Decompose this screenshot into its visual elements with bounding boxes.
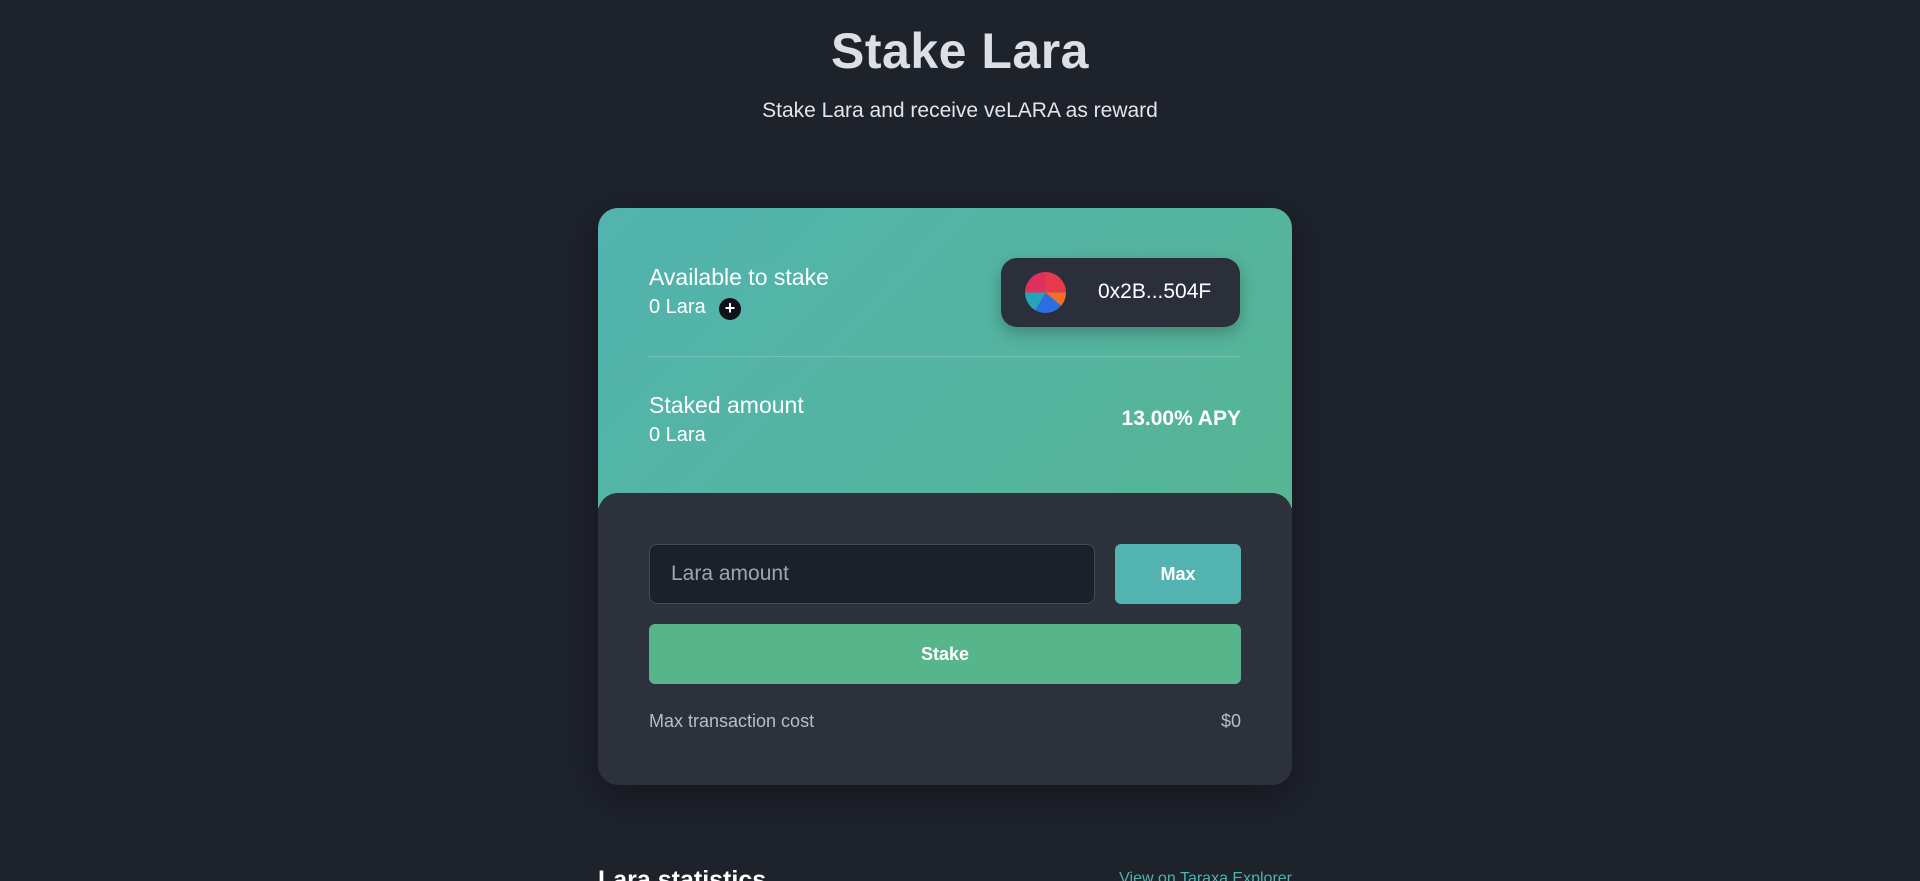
available-value: 0 Lara [649, 296, 706, 318]
avatar [1025, 272, 1066, 313]
divider [649, 356, 1241, 357]
stake-button[interactable]: Stake [649, 624, 1241, 684]
stake-page: Stake Lara Stake Lara and receive veLARA… [0, 0, 1920, 881]
plus-icon[interactable]: + [719, 298, 741, 320]
stake-summary-panel: Available to stake 0 Lara + 0x2B...504F … [598, 208, 1292, 508]
wallet-address: 0x2B...504F [1098, 280, 1212, 303]
wallet-button[interactable]: 0x2B...504F [1001, 258, 1240, 327]
transaction-cost-value: $0 [1220, 711, 1241, 731]
statistics-title: Lara statistics [598, 866, 767, 881]
transaction-cost-label: Max transaction cost [649, 711, 815, 731]
page-subtitle: Stake Lara and receive veLARA as reward [762, 99, 1158, 122]
staked-value: 0 Lara [649, 424, 706, 446]
page-title: Stake Lara [831, 23, 1089, 79]
max-button[interactable]: Max [1115, 544, 1241, 604]
staked-label: Staked amount [649, 392, 804, 418]
explorer-link[interactable]: View on Taraxa Explorer [1119, 870, 1292, 881]
apy-value: 13.00% APY [1121, 407, 1241, 430]
available-label: Available to stake [649, 264, 829, 290]
lara-amount-input[interactable] [649, 544, 1095, 604]
stake-card: Available to stake 0 Lara + 0x2B...504F … [598, 208, 1292, 785]
